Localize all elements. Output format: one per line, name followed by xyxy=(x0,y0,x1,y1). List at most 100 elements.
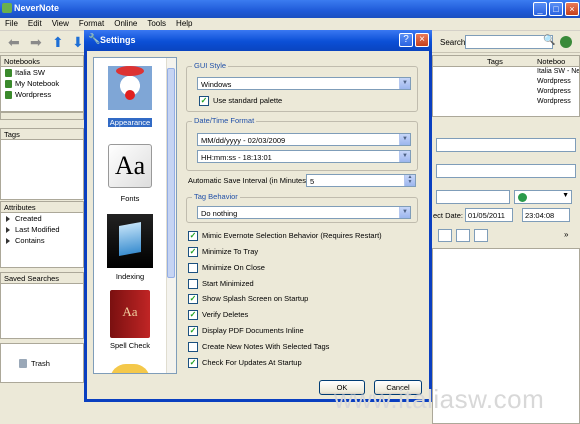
chevron-down-icon: ▼ xyxy=(399,151,410,162)
menu-tools[interactable]: Tools xyxy=(142,18,171,29)
tag-behavior-label: Tag Behavior xyxy=(192,192,240,201)
notebook-icon xyxy=(5,91,12,99)
menu-file[interactable]: File xyxy=(0,18,23,29)
time-format-select[interactable]: HH:mm:ss - 18:13:01 ▼ xyxy=(197,150,411,163)
menu-online[interactable]: Online xyxy=(109,18,142,29)
list-bullets-icon[interactable] xyxy=(438,229,452,242)
maximize-button[interactable]: □ xyxy=(549,2,563,16)
minimize-button[interactable]: _ xyxy=(533,2,547,16)
font-aa-icon: Aa xyxy=(108,144,152,188)
attributes-tree: Created Last Modified Contains xyxy=(0,213,84,268)
subject-date-field[interactable]: 01/05/2011 xyxy=(465,208,513,222)
indexing-icon xyxy=(107,214,153,268)
notebook-column[interactable]: Noteboo xyxy=(537,57,565,66)
gui-style-label: GUI Style xyxy=(192,61,229,70)
checkmark-icon: ✓ xyxy=(188,310,198,320)
checkmark-icon: ✓ xyxy=(188,358,198,368)
gui-style-select[interactable]: Windows ▼ xyxy=(197,77,411,90)
notebook-icon xyxy=(5,69,12,77)
note-tags-field[interactable] xyxy=(436,190,510,204)
forward-arrow-icon[interactable]: ➡ xyxy=(30,35,42,49)
table-row[interactable]: Wordpress xyxy=(433,87,579,97)
menu-view[interactable]: View xyxy=(47,18,74,29)
menu-format[interactable]: Format xyxy=(74,18,109,29)
notebooks-header[interactable]: Notebooks xyxy=(0,55,84,67)
attribute-item[interactable]: Created xyxy=(1,213,83,224)
option-checkbox[interactable]: Create New Notes With Selected Tags xyxy=(188,342,329,353)
up-arrow-icon[interactable]: ⬆ xyxy=(52,35,64,49)
category-appearance[interactable]: Appearance xyxy=(94,66,166,127)
watermark: www.italiasw.com xyxy=(334,384,545,414)
settings-title: Settings xyxy=(100,35,136,45)
toolbar-overflow-icon[interactable]: » xyxy=(564,230,568,239)
notebook-item[interactable]: Wordpress xyxy=(1,89,83,100)
format-toolbar xyxy=(436,229,494,243)
standard-palette-checkbox[interactable]: ✓ Use standard palette xyxy=(199,96,282,107)
attribute-item[interactable]: Contains xyxy=(1,235,83,246)
app-title: NeverNote xyxy=(14,3,60,13)
saved-searches-header[interactable]: Saved Searches xyxy=(0,272,84,284)
option-checkbox[interactable]: Minimize On Close xyxy=(188,263,265,274)
list-numbered-icon[interactable] xyxy=(456,229,470,242)
left-footer xyxy=(0,384,84,424)
option-checkbox[interactable]: ✓ Mimic Evernote Selection Behavior (Requ… xyxy=(188,231,382,242)
tags-header[interactable]: Tags xyxy=(0,128,84,140)
category-scrollbar-thumb[interactable] xyxy=(167,68,175,278)
settings-category-list: Appearance Aa Fonts Indexing Aa Spell Ch… xyxy=(93,57,177,374)
spinner-arrows-icon[interactable]: ▲ ▼ xyxy=(404,175,415,186)
down-arrow-icon[interactable]: ⬇ xyxy=(72,35,84,49)
table-row[interactable]: Wordpress xyxy=(433,97,579,107)
expand-triangle-icon[interactable] xyxy=(6,227,10,233)
option-checkbox[interactable]: Start Minimized xyxy=(188,279,254,290)
back-arrow-icon[interactable]: ⬅ xyxy=(8,35,20,49)
subject-date-label: ect Date: xyxy=(433,211,464,220)
date-format-select[interactable]: MM/dd/yyyy - 02/03/2009 ▼ xyxy=(197,133,411,146)
trash-item[interactable]: Trash xyxy=(1,358,83,369)
table-row[interactable]: Italia SW - Ne xyxy=(433,67,579,77)
checkmark-icon: ✓ xyxy=(188,231,198,241)
option-checkbox[interactable]: ✓ Check For Updates At Startup xyxy=(188,358,302,369)
partial-category-icon xyxy=(110,364,150,373)
notebooks-tree: Italia SW My Notebook Wordpress xyxy=(0,67,84,112)
datetime-label: Date/Time Format xyxy=(192,116,257,125)
checkmark-icon: ✓ xyxy=(199,96,209,106)
attributes-header[interactable]: Attributes xyxy=(0,201,84,213)
autosave-label: Automatic Save Interval (in Minutes) xyxy=(188,176,309,185)
wrench-icon: 🔧 xyxy=(88,34,101,45)
category-spell-check[interactable]: Aa Spell Check xyxy=(94,290,166,350)
attribute-item[interactable]: Last Modified xyxy=(1,224,83,235)
trash-icon xyxy=(19,359,27,368)
tag-behavior-select[interactable]: Do nothing ▼ xyxy=(197,206,411,219)
option-checkbox[interactable]: ✓ Minimize To Tray xyxy=(188,247,258,258)
notebook-item[interactable]: My Notebook xyxy=(1,78,83,89)
notebooks-scrollbar[interactable] xyxy=(0,112,84,120)
notebook-item[interactable]: Italia SW xyxy=(1,67,83,78)
menu-edit[interactable]: Edit xyxy=(23,18,47,29)
note-url-field[interactable] xyxy=(436,164,576,178)
table-row[interactable]: Wordpress xyxy=(433,77,579,87)
search-input[interactable] xyxy=(465,35,553,49)
close-button[interactable]: × xyxy=(565,2,579,16)
indent-icon[interactable] xyxy=(474,229,488,242)
dialog-close-button[interactable]: × xyxy=(415,33,429,47)
notebook-select[interactable]: ▼ xyxy=(514,190,572,204)
chevron-down-icon: ▼ xyxy=(399,134,410,145)
help-button[interactable]: ? xyxy=(399,33,413,47)
clear-search-icon[interactable] xyxy=(560,36,572,48)
option-checkbox[interactable]: ✓ Display PDF Documents Inline xyxy=(188,326,304,337)
subject-time-field[interactable]: 23:04:08 xyxy=(522,208,570,222)
expand-triangle-icon[interactable] xyxy=(6,238,10,244)
tags-column[interactable]: Tags xyxy=(487,57,503,66)
expand-triangle-icon[interactable] xyxy=(6,216,10,222)
option-checkbox[interactable]: ✓ Verify Deletes xyxy=(188,310,248,321)
app-icon xyxy=(2,3,12,13)
note-title-field[interactable] xyxy=(436,138,576,152)
category-indexing[interactable]: Indexing xyxy=(94,214,166,281)
chevron-down-icon: ▼ xyxy=(562,192,569,199)
category-fonts[interactable]: Aa Fonts xyxy=(94,144,166,203)
menu-help[interactable]: Help xyxy=(171,18,197,29)
search-magnifier-icon[interactable]: 🔍 xyxy=(543,35,557,49)
option-checkbox[interactable]: ✓ Show Splash Screen on Startup xyxy=(188,294,308,305)
category-next-partial[interactable] xyxy=(94,364,166,373)
autosave-spinner[interactable]: 5 ▲ ▼ xyxy=(306,174,416,187)
